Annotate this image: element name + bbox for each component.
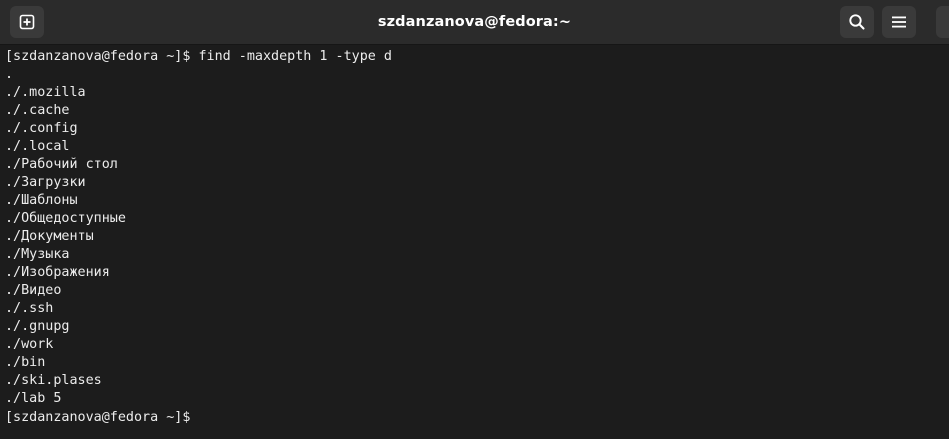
output-line: ./Изображения — [5, 265, 110, 280]
output-line: ./Музыка — [5, 247, 70, 262]
search-button[interactable] — [840, 6, 874, 38]
output-line: ./.config — [5, 121, 78, 136]
output-line: ./.mozilla — [5, 85, 86, 100]
output-line: ./Видео — [5, 283, 62, 298]
command-line: [szdanzanova@fedora ~]$ find -maxdepth 1… — [5, 48, 949, 66]
output-line: ./Загрузки — [5, 175, 86, 190]
command-text: find -maxdepth 1 -type d — [198, 49, 392, 64]
output-line: ./Шаблоны — [5, 193, 78, 208]
output-line: ./Документы — [5, 229, 94, 244]
output-line: ./Рабочий стол — [5, 157, 118, 172]
main-menu-button[interactable] — [882, 6, 916, 38]
window-title: szdanzanova@fedora:~ — [377, 14, 572, 30]
final-prompt-line: [szdanzanova@fedora ~]$ — [5, 408, 949, 426]
output-line: ./ski.plases — [5, 373, 102, 388]
output-line: ./bin — [5, 355, 46, 370]
output-line: . — [5, 67, 14, 82]
search-icon — [849, 14, 865, 30]
hamburger-menu-icon — [892, 16, 906, 28]
output-line: ./.local — [5, 139, 70, 154]
output-line: ./.gnupg — [5, 319, 70, 334]
text-cursor — [190, 408, 198, 424]
output-line: ./.cache — [5, 103, 70, 118]
output-line: ./.ssh — [5, 301, 54, 316]
terminal-window: szdanzanova@fedora:~ [szdanzanova@fedora… — [0, 0, 949, 439]
close-button[interactable] — [936, 6, 949, 38]
prompt: [szdanzanova@fedora ~]$ — [5, 410, 191, 425]
header-bar: szdanzanova@fedora:~ — [0, 0, 949, 45]
output-line: ./lab 5 — [5, 391, 62, 406]
prompt: [szdanzanova@fedora ~]$ — [5, 49, 199, 64]
output-line: ./work — [5, 337, 54, 352]
output-line: ./Общедоступные — [5, 211, 126, 226]
terminal-output-area[interactable]: [szdanzanova@fedora ~]$ find -maxdepth 1… — [0, 45, 949, 439]
